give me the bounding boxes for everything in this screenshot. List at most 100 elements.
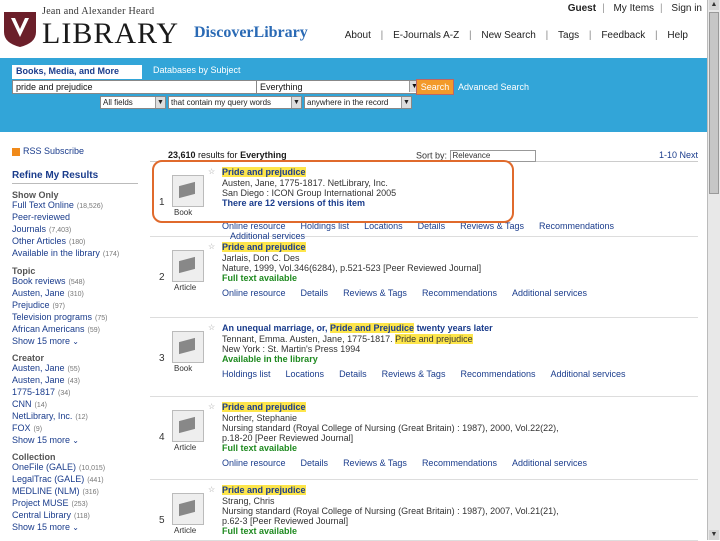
action-link[interactable]: Online resource (222, 458, 286, 468)
advanced-search-link[interactable]: Advanced Search (458, 82, 529, 92)
result-title[interactable]: Pride and prejudice (222, 242, 682, 253)
action-link[interactable]: Reviews & Tags (343, 458, 407, 468)
result-citation-line: Norther, Stephanie (222, 413, 298, 423)
search-band: Books, Media, and More Databases by Subj… (0, 58, 708, 132)
facet-item[interactable]: CNN (14) (12, 399, 138, 411)
result-item: 4 Article ☆ Pride and prejudice Norther, Ste… (150, 396, 698, 480)
facet-item[interactable]: Television programs (75) (12, 312, 138, 324)
facet-item[interactable]: NetLibrary, Inc. (12) (12, 411, 138, 423)
facet-count: (118) (74, 513, 90, 520)
tab-databases-by-subject[interactable]: Databases by Subject (153, 65, 241, 75)
action-link[interactable]: Recommendations (539, 221, 614, 231)
facet-item[interactable]: Available in the library (174) (12, 248, 138, 260)
action-link[interactable]: Additional services (512, 458, 587, 468)
rss-subscribe-link[interactable]: RSS Subscribe (12, 146, 138, 156)
action-link[interactable]: Recommendations (460, 369, 535, 379)
nav-new-search[interactable]: New Search (481, 30, 535, 41)
facet-item[interactable]: African Americans (59) (12, 324, 138, 336)
scrollbar[interactable]: ▲ ▼ (707, 0, 720, 540)
nav-tags[interactable]: Tags (558, 30, 579, 41)
result-actions: Online resource Details Reviews & Tags Reco… (222, 288, 682, 298)
facet-item[interactable]: Other Articles (180) (12, 236, 138, 248)
facet-groups: Show Only Full Text Online (18,526) Peer-re… (12, 190, 138, 533)
show-more-label: Show 15 more (12, 336, 71, 346)
facet-heading-show-only: Show Only (12, 190, 59, 200)
facet-item[interactable]: Book reviews (548) (12, 276, 138, 288)
facet-item[interactable]: Journals (7,403) (12, 224, 138, 236)
facet-count: (441) (87, 477, 104, 484)
search-button[interactable]: Search (416, 79, 454, 95)
star-icon[interactable]: ☆ (208, 242, 215, 251)
action-link[interactable]: Reviews & Tags (343, 288, 407, 298)
facet-item[interactable]: FOX (9) (12, 423, 138, 435)
facet-label: Television programs (12, 312, 93, 322)
nav-ejournals[interactable]: E-Journals A-Z (393, 30, 459, 41)
nav-about[interactable]: About (345, 30, 371, 41)
action-link[interactable]: Locations (286, 369, 325, 379)
sidebar: RSS Subscribe Refine My Results Show Onl… (12, 146, 138, 533)
star-icon[interactable]: ☆ (208, 402, 215, 411)
facet-item[interactable]: Full Text Online (18,526) (12, 200, 138, 212)
facet-item[interactable]: 1775-1817 (34) (12, 387, 138, 399)
result-number: 4 (159, 432, 165, 443)
result-body: Pride and prejudice Jarlais, Don C. Des Na… (222, 242, 682, 298)
facet-item[interactable]: Peer-reviewed (12, 212, 138, 224)
result-actions: Online resource Details Reviews & Tags Reco… (222, 458, 682, 468)
scroll-up-icon[interactable]: ▲ (709, 0, 719, 10)
my-items-link[interactable]: My Items (613, 3, 654, 14)
action-link[interactable]: Details (339, 369, 367, 379)
search-input[interactable]: pride and prejudice (12, 80, 260, 94)
match-select[interactable]: that contain my query words ▼ (168, 96, 302, 109)
show-more-link[interactable]: Show 15 more ⌄ (12, 522, 138, 533)
availability-status: Full text available (222, 273, 298, 283)
action-link[interactable]: Recommendations (422, 458, 497, 468)
result-format-label: Book (174, 364, 193, 373)
facet-item[interactable]: Austen, Jane (310) (12, 288, 138, 300)
star-icon[interactable]: ☆ (208, 485, 215, 494)
action-link[interactable]: Recommendations (422, 288, 497, 298)
first-result-highlight (152, 160, 514, 223)
facet-item[interactable]: MEDLINE (NLM) (316) (12, 486, 138, 498)
show-more-label: Show 15 more (12, 435, 71, 445)
star-icon[interactable]: ☆ (208, 323, 215, 332)
show-more-link[interactable]: Show 15 more ⌄ (12, 336, 138, 347)
document-icon[interactable] (172, 410, 204, 442)
nav-feedback[interactable]: Feedback (601, 30, 645, 41)
result-title[interactable]: An unequal marriage, or, Pride and Preju… (222, 323, 682, 334)
sign-in-link[interactable]: Sign in (671, 3, 702, 14)
discover-library-logo[interactable]: DiscoverLibrary (194, 24, 308, 42)
scroll-down-icon[interactable]: ▼ (709, 530, 719, 540)
facet-item[interactable]: Prejudice (97) (12, 300, 138, 312)
facet-item[interactable]: OneFile (GALE) (10,015) (12, 462, 138, 474)
title-part: An unequal marriage, or, (222, 323, 331, 333)
document-icon[interactable] (172, 493, 204, 525)
action-link[interactable]: Details (301, 288, 329, 298)
action-link[interactable]: Additional services (512, 288, 587, 298)
tab-books-media[interactable]: Books, Media, and More (12, 65, 142, 79)
facet-label: Full Text Online (12, 200, 74, 210)
document-icon[interactable] (172, 331, 204, 363)
facet-item[interactable]: Austen, Jane (55) (12, 363, 138, 375)
scroll-thumb[interactable] (709, 12, 719, 194)
pager[interactable]: 1-10 Next (659, 150, 698, 160)
action-link[interactable]: Details (301, 458, 329, 468)
facet-item[interactable]: LegalTrac (GALE) (441) (12, 474, 138, 486)
field-select[interactable]: All fields ▼ (100, 96, 166, 109)
scope-filter-select[interactable]: anywhere in the record ▼ (304, 96, 412, 109)
result-item: 5 Article ☆ Pride and prejudice Strang, Chri… (150, 479, 698, 541)
action-link[interactable]: Holdings list (222, 369, 271, 379)
result-title[interactable]: Pride and prejudice (222, 485, 682, 496)
nav-help[interactable]: Help (667, 30, 688, 41)
action-link[interactable]: Online resource (222, 288, 286, 298)
facet-item[interactable]: Project MUSE (253) (12, 498, 138, 510)
result-title[interactable]: Pride and prejudice (222, 402, 682, 413)
facet-count: (316) (82, 489, 99, 496)
facet-item[interactable]: Central Library (118) (12, 510, 138, 522)
facet-item[interactable]: Austen, Jane (43) (12, 375, 138, 387)
show-more-link[interactable]: Show 15 more ⌄ (12, 435, 138, 446)
document-icon[interactable] (172, 250, 204, 282)
scope-select[interactable]: Everything ▼ (256, 80, 420, 94)
action-link[interactable]: Additional services (551, 369, 626, 379)
result-format-label: Article (174, 443, 197, 452)
action-link[interactable]: Reviews & Tags (382, 369, 446, 379)
